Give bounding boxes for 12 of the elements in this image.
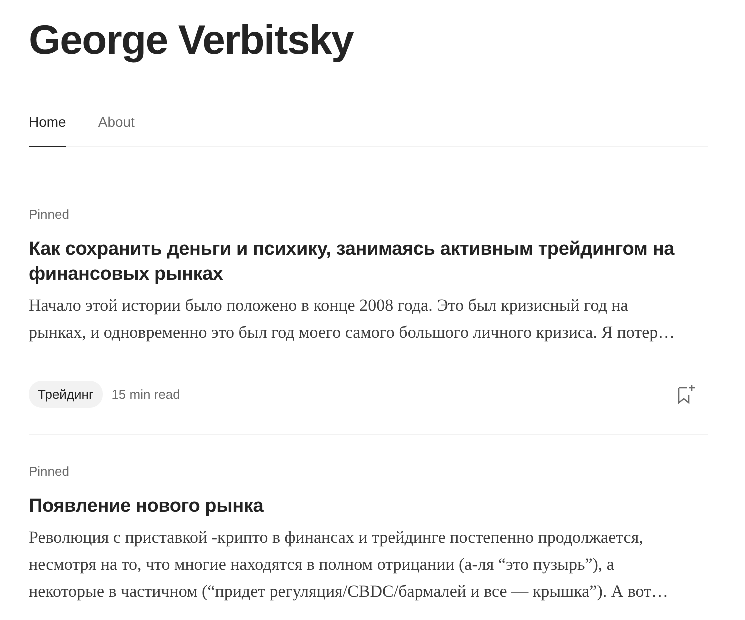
nav-tab[interactable]: Home <box>29 107 66 147</box>
pinned-label: Pinned <box>29 207 70 222</box>
pinned-label: Pinned <box>29 464 70 479</box>
bookmark-add-icon[interactable] <box>677 384 696 405</box>
read-time: 15 min read <box>112 387 180 402</box>
post-title[interactable]: Появление нового рынка <box>29 494 708 519</box>
post-title[interactable]: Как сохранить деньги и психику, занимаясь активным трейдингом на финансовых рынках <box>29 237 708 287</box>
post-excerpt: Революция с приставкой -крипто в финансах и трейдинге постепенно продолжается, несмотря на то, что многие находятся в полном отрицании (а-ля “это пузырь”), а некоторые в частичном (“придет регуляция/CBDC/бармалей и все — крышка”). А вот… <box>29 527 670 603</box>
author-name: George Verbitsky <box>29 16 354 65</box>
post-excerpt: Начало этой истории было положено в конце 2008 года. Это был кризисный год на рынках, и одновременно это был год моего самого большого личного кризиса. Я потер… <box>29 295 676 344</box>
topic-tag[interactable]: Трейдинг <box>29 381 103 408</box>
nav-tab[interactable]: About <box>98 107 135 147</box>
